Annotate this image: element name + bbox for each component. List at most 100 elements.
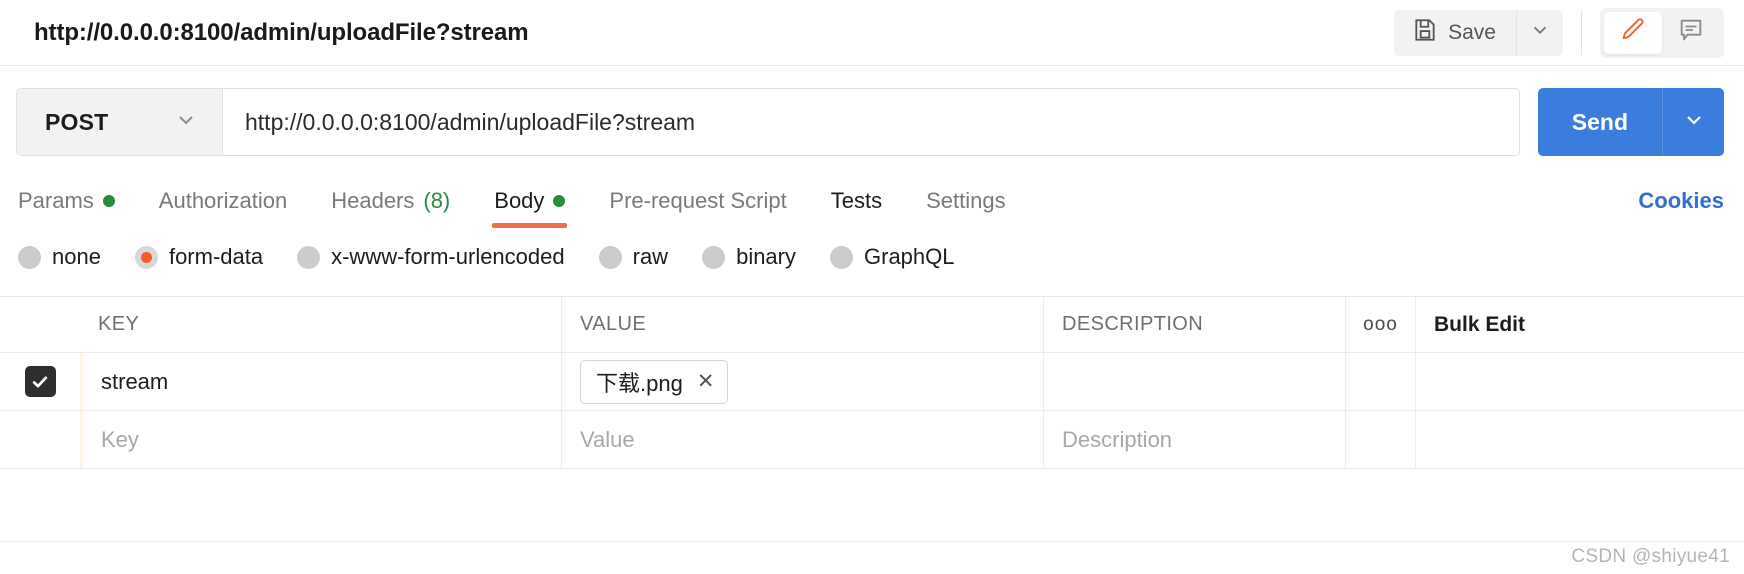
send-button[interactable]: Send (1537, 88, 1662, 156)
empty-row-options-cell (1346, 411, 1416, 468)
tab-body[interactable]: Body (492, 188, 568, 228)
bulk-edit-button[interactable]: Bulk Edit (1416, 297, 1744, 352)
tab-headers-label: Headers (331, 188, 415, 213)
file-name: 下载.png (596, 370, 683, 396)
radio-icon (18, 245, 41, 269)
save-button-group: Save (1394, 9, 1563, 56)
http-method-label: POST (45, 108, 109, 135)
chevron-down-icon (1682, 108, 1706, 137)
file-chip: 下载.png ✕ (580, 359, 729, 404)
request-tabs: Params Authorization Headers (8) Body Pr… (0, 176, 1744, 228)
method-and-url-group: POST (16, 88, 1520, 156)
tab-tests[interactable]: Tests (831, 188, 882, 228)
tab-authorization[interactable]: Authorization (159, 188, 287, 228)
tab-settings[interactable]: Settings (926, 188, 1006, 228)
request-url-input[interactable] (223, 89, 1519, 155)
tab-body-label: Body (494, 188, 545, 213)
row-description-cell[interactable] (1044, 353, 1346, 410)
send-options-button[interactable] (1662, 88, 1724, 156)
row-spacer-cell (1416, 353, 1744, 410)
table-row: stream 下载.png ✕ (0, 353, 1744, 411)
row-value-cell[interactable]: 下载.png ✕ (562, 353, 1044, 410)
table-empty-row: Key Value Description (0, 411, 1744, 469)
tab-headers-count: (8) (423, 188, 451, 213)
chevron-down-icon (174, 108, 198, 137)
body-type-x-www-form-urlencoded[interactable]: x-www-form-urlencoded (297, 244, 565, 270)
comment-icon (1677, 16, 1705, 49)
empty-row-spacer-cell (1416, 411, 1744, 468)
save-options-button[interactable] (1517, 9, 1563, 56)
radio-icon (297, 245, 321, 269)
modified-dot-icon (553, 195, 566, 207)
row-key-cell[interactable]: stream (80, 353, 562, 410)
tab-tests-label: Tests (830, 188, 883, 213)
tab-authorization-label: Authorization (158, 188, 288, 213)
send-button-group: Send (1537, 88, 1724, 156)
body-type-raw-label: raw (632, 244, 669, 269)
save-button[interactable]: Save (1394, 9, 1517, 56)
empty-row-value-cell[interactable]: Value (562, 411, 1044, 468)
body-type-raw[interactable]: raw (598, 244, 669, 270)
cookies-link[interactable]: Cookies (1638, 188, 1724, 228)
tab-headers[interactable]: Headers (8) (331, 188, 450, 228)
modified-dot-icon (102, 195, 115, 207)
row-checkbox[interactable] (24, 366, 56, 397)
chevron-down-icon (1529, 19, 1551, 46)
value-placeholder: Value (580, 426, 635, 452)
save-button-label: Save (1448, 20, 1496, 44)
comments-button[interactable] (1662, 12, 1720, 54)
row-options-cell[interactable] (1346, 353, 1416, 410)
view-mode-toggle-group (1600, 7, 1724, 58)
body-type-form-data[interactable]: form-data (134, 244, 264, 270)
empty-row-description-cell[interactable]: Description (1044, 411, 1346, 468)
header-divider (1581, 10, 1582, 55)
body-type-none[interactable]: none (18, 244, 101, 270)
close-icon[interactable]: ✕ (697, 371, 715, 392)
description-placeholder: Description (1062, 426, 1173, 452)
empty-row-key-cell[interactable]: Key (80, 411, 562, 468)
header-actions: Save (1394, 0, 1724, 65)
table-options-button[interactable]: ooo (1346, 297, 1416, 352)
form-data-table: KEY VALUE DESCRIPTION ooo Bulk Edit stre… (0, 296, 1744, 469)
radio-selected-icon (134, 245, 158, 269)
pencil-icon (1619, 16, 1647, 49)
ellipsis-icon: ooo (1363, 313, 1398, 335)
http-method-select[interactable]: POST (17, 89, 223, 155)
column-header-description: DESCRIPTION (1062, 313, 1204, 335)
postman-request-builder: http://0.0.0.0:8100/admin/uploadFile?str… (0, 0, 1744, 574)
request-bar: POST Send (0, 66, 1744, 156)
header-bar: http://0.0.0.0:8100/admin/uploadFile?str… (0, 0, 1744, 66)
column-header-value: VALUE (580, 313, 647, 335)
table-header-row: KEY VALUE DESCRIPTION ooo Bulk Edit (0, 297, 1744, 353)
floppy-disk-icon (1412, 17, 1438, 48)
watermark: CSDN @shiyue41 (1571, 546, 1730, 567)
page-title: http://0.0.0.0:8100/admin/uploadFile?str… (34, 18, 529, 46)
body-type-form-data-label: form-data (168, 244, 264, 269)
tab-pre-request-script-label: Pre-request Script (609, 188, 787, 213)
body-type-graphql[interactable]: GraphQL (830, 244, 955, 270)
header-cell-select (0, 297, 80, 352)
empty-row-select-cell (0, 411, 80, 468)
body-type-binary-label: binary (736, 244, 796, 269)
tab-params-label: Params (18, 188, 94, 213)
body-type-binary[interactable]: binary (702, 244, 796, 270)
body-type-radio-group: none form-data x-www-form-urlencoded raw… (0, 234, 1744, 280)
tab-pre-request-script[interactable]: Pre-request Script (609, 188, 786, 228)
tab-params[interactable]: Params (18, 188, 115, 228)
bulk-edit-label: Bulk Edit (1434, 312, 1526, 336)
header-cell-key: KEY (80, 297, 562, 352)
tab-settings-label: Settings (926, 188, 1006, 213)
header-cell-description: DESCRIPTION (1044, 297, 1346, 352)
header-cell-value: VALUE (562, 297, 1044, 352)
key-placeholder: Key (101, 426, 139, 452)
radio-icon (598, 245, 622, 269)
radio-icon (830, 245, 853, 269)
body-type-x-www-form-urlencoded-label: x-www-form-urlencoded (331, 244, 565, 269)
column-header-key: KEY (98, 313, 140, 335)
bottom-divider (0, 541, 1744, 542)
row-key-value: stream (101, 368, 169, 394)
edit-mode-button[interactable] (1604, 11, 1662, 54)
body-type-none-label: none (52, 244, 101, 269)
row-select-cell (0, 353, 80, 410)
body-type-graphql-label: GraphQL (864, 244, 955, 269)
